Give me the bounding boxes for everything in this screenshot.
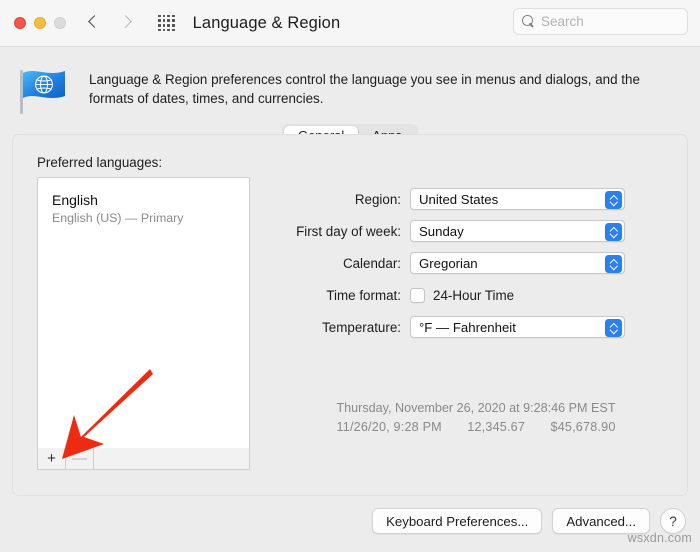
temperature-popup-button[interactable]: °F — Fahrenheit (410, 316, 625, 338)
temperature-label: Temperature: (322, 319, 401, 335)
calendar-popup-button[interactable]: Gregorian (410, 252, 625, 274)
row-region: Region: United States (13, 183, 689, 215)
chevron-updown-icon[interactable] (605, 222, 622, 241)
window-titlebar: Language & Region (0, 0, 700, 47)
flag-globe-icon (15, 66, 71, 116)
search-field[interactable] (513, 8, 688, 35)
calendar-label: Calendar: (342, 255, 401, 271)
watermark: wsxdn.com (627, 531, 692, 545)
row-time-format: Time format: 24-Hour Time (13, 279, 689, 311)
close-button[interactable] (14, 17, 26, 29)
format-preview: Thursday, November 26, 2020 at 9:28:46 P… (263, 399, 689, 437)
search-input[interactable] (541, 14, 671, 29)
description-text: Language & Region preferences control th… (89, 72, 640, 106)
preview-currency: $45,678.90 (550, 420, 616, 434)
content-panel: Preferred languages: English English (US… (12, 134, 688, 496)
preview-line-1: Thursday, November 26, 2020 at 9:28:46 P… (336, 401, 616, 415)
region-label: Region: (354, 191, 401, 207)
add-language-button[interactable]: + (38, 448, 66, 469)
row-first-day-of-week: First day of week: Sunday (13, 215, 689, 247)
temperature-value: °F — Fahrenheit (419, 319, 516, 335)
region-value: United States (419, 191, 499, 207)
minimize-button[interactable] (34, 17, 46, 29)
remove-language-button: — (66, 448, 94, 469)
time-format-checkbox-group[interactable]: 24-Hour Time (410, 287, 515, 303)
show-all-icon[interactable] (158, 14, 175, 32)
time-format-label: Time format: (326, 287, 401, 303)
preferences-description: Language & Region preferences control th… (0, 62, 700, 116)
first-day-popup-button[interactable]: Sunday (410, 220, 625, 242)
keyboard-preferences-button[interactable]: Keyboard Preferences... (372, 508, 543, 534)
footer-button-bar: Keyboard Preferences... Advanced... ? (0, 508, 700, 534)
first-day-label: First day of week: (296, 223, 401, 239)
24-hour-time-label: 24-Hour Time (433, 287, 515, 303)
window-title: Language & Region (192, 13, 341, 32)
first-day-value: Sunday (419, 223, 464, 239)
preview-line-2: 11/26/20, 9:28 PM 12,345.67 $45,678.90 (263, 418, 689, 437)
chevron-updown-icon[interactable] (605, 254, 622, 273)
search-icon (522, 15, 535, 28)
chevron-updown-icon[interactable] (605, 318, 622, 337)
region-settings-form: Region: United States First day of week:… (13, 183, 689, 343)
preview-number: 12,345.67 (467, 420, 526, 434)
chevron-updown-icon[interactable] (605, 190, 622, 209)
row-calendar: Calendar: Gregorian (13, 247, 689, 279)
preferred-languages-label: Preferred languages: (37, 155, 163, 170)
back-icon[interactable] (88, 14, 99, 32)
preview-short-date: 11/26/20, 9:28 PM (336, 420, 442, 434)
forward-icon (121, 14, 132, 32)
language-list-footer: + — (37, 448, 250, 470)
footer-spacer (94, 448, 249, 469)
traffic-lights (14, 17, 66, 29)
24-hour-time-checkbox[interactable] (410, 287, 425, 303)
zoom-button (54, 17, 66, 29)
row-temperature: Temperature: °F — Fahrenheit (13, 311, 689, 343)
region-popup-button[interactable]: United States (410, 188, 625, 210)
calendar-value: Gregorian (419, 255, 478, 271)
navigation-buttons (88, 14, 132, 32)
